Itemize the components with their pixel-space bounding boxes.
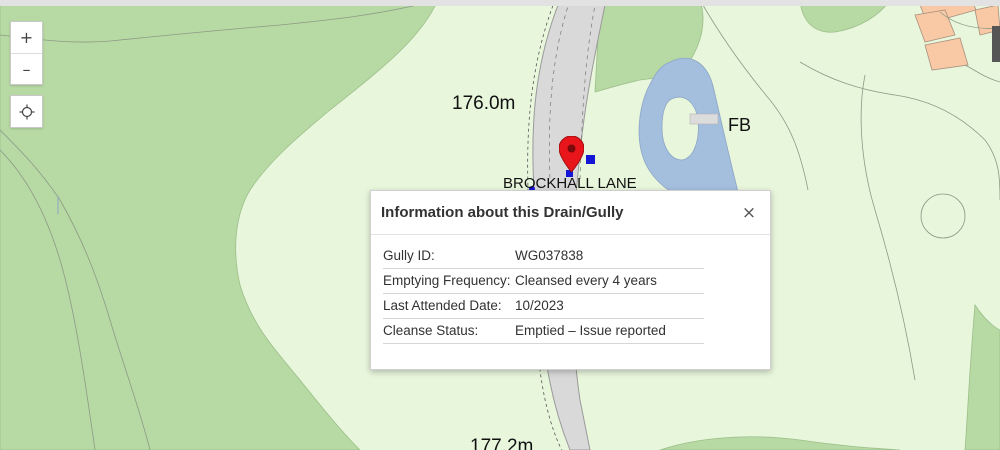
spot-height-label: 176.0m	[452, 93, 516, 114]
attribute-value: WG037838	[515, 244, 704, 269]
location-pin-icon[interactable]	[559, 136, 584, 172]
footbridge	[689, 113, 719, 125]
map-thumbnail	[992, 26, 1000, 62]
table-row: Gully ID: WG037838	[383, 244, 704, 269]
attribute-label: Emptying Frequency:	[383, 268, 515, 294]
zoom-in-button[interactable]: +	[11, 22, 42, 53]
attribute-table: Gully ID: WG037838 Emptying Frequency: C…	[383, 244, 704, 344]
close-icon[interactable]: ×	[738, 202, 760, 224]
attribute-label: Last Attended Date:	[383, 293, 515, 319]
asset-point	[586, 155, 595, 164]
table-row: Cleanse Status: Emptied – Issue reported	[383, 318, 704, 344]
pond-island	[661, 96, 699, 161]
crosshair-icon	[11, 96, 42, 127]
footbridge-label: FB	[728, 115, 752, 135]
attribute-label: Gully ID:	[383, 244, 515, 269]
map-view[interactable]: 176.0m FB BROCKHALL LANE 177.2m + – Info…	[0, 0, 1000, 450]
table-row: Last Attended Date: 10/2023	[383, 293, 704, 319]
locate-button[interactable]	[10, 95, 43, 128]
attribute-value: Emptied – Issue reported	[515, 318, 704, 344]
attribute-value: Cleansed every 4 years	[515, 268, 704, 294]
popup-title: Information about this Drain/Gully	[381, 204, 624, 221]
spot-height-label: 177.2m	[470, 436, 534, 450]
attribute-label: Cleanse Status:	[383, 318, 515, 344]
attribute-value: 10/2023	[515, 293, 704, 319]
popup-header: Information about this Drain/Gully ×	[371, 191, 770, 235]
zoom-out-button[interactable]: –	[11, 53, 42, 84]
info-popup: Information about this Drain/Gully × Gul…	[370, 190, 771, 370]
table-row: Emptying Frequency: Cleansed every 4 yea…	[383, 268, 704, 294]
zoom-controls: + –	[10, 21, 43, 85]
